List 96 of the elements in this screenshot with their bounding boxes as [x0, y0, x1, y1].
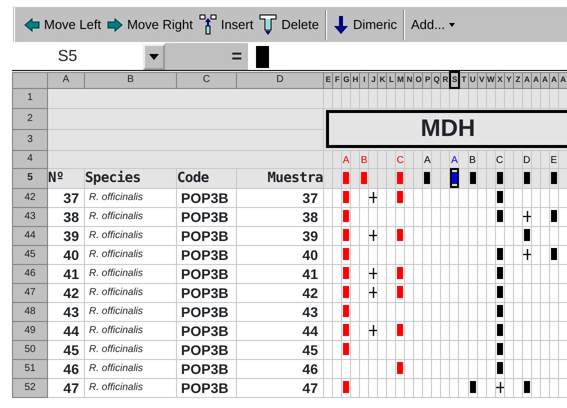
arrow-right-icon — [107, 18, 124, 32]
table-cell: R. officinalis — [84, 207, 176, 226]
table-cell: 45 — [236, 340, 324, 359]
table-cell: R. officinalis — [84, 359, 176, 378]
table-cell: R. officinalis — [84, 226, 176, 245]
allele-label: D — [523, 155, 530, 166]
name-box-dropdown[interactable] — [143, 44, 165, 70]
row-header[interactable]: 50 — [12, 340, 48, 359]
row-header[interactable]: 43 — [12, 207, 48, 226]
allele-label: B — [360, 155, 368, 166]
column-title: Code — [176, 168, 236, 188]
table-cell: POP3B — [176, 226, 236, 245]
table-cell: R. officinalis — [84, 283, 176, 302]
table-cell: 43 — [48, 302, 84, 321]
table-cell: R. officinalis — [84, 302, 176, 321]
delete-column-icon — [259, 14, 278, 36]
row-header[interactable]: 46 — [12, 264, 48, 283]
cell-reference: S5 — [56, 46, 78, 66]
column-title: Muestra — [236, 168, 324, 188]
row-header[interactable]: 48 — [12, 302, 48, 321]
table-cell: POP3B — [176, 378, 236, 397]
toolbar-button[interactable]: Insert — [196, 12, 256, 38]
row-header[interactable]: 2 — [12, 108, 48, 129]
arrow-down-icon — [332, 16, 349, 34]
table-cell: R. officinalis — [84, 245, 176, 264]
table-cell: POP3B — [176, 340, 236, 359]
row-header[interactable]: 1 — [12, 88, 48, 108]
allele-label: A — [342, 155, 350, 166]
row-header[interactable]: 44 — [12, 226, 48, 245]
caret-icon — [149, 54, 159, 60]
column-header[interactable]: A — [48, 72, 84, 88]
add-menu-button[interactable]: Add... — [408, 12, 458, 36]
table-cell: 47 — [48, 378, 84, 397]
row-header[interactable]: 45 — [12, 245, 48, 264]
column-header[interactable]: C — [176, 72, 236, 88]
column-title: Species — [84, 168, 176, 188]
title-text: MDH — [420, 117, 476, 141]
table-cell: POP3B — [176, 264, 236, 283]
column-header[interactable]: B — [84, 72, 176, 88]
table-cell: POP3B — [176, 321, 236, 340]
table-cell: 41 — [236, 264, 324, 283]
toolbar-button[interactable]: Delete — [256, 12, 322, 38]
row-header[interactable]: 3 — [12, 129, 48, 150]
table-cell: 40 — [48, 245, 84, 264]
table-cell: 44 — [48, 321, 84, 340]
arrow-left-icon — [24, 18, 40, 32]
table-cell: POP3B — [176, 302, 236, 321]
table-cell: 39 — [236, 226, 324, 245]
column-header[interactable]: S — [450, 72, 459, 88]
table-cell: 42 — [48, 283, 84, 302]
table-cell: 38 — [48, 207, 84, 226]
row-header[interactable]: 4 — [12, 150, 48, 168]
toolbar-button[interactable]: Move Left — [21, 12, 104, 36]
table-cell: 37 — [236, 188, 324, 207]
insert-column-icon — [198, 14, 217, 36]
row-header[interactable]: 42 — [12, 188, 48, 207]
table-cell: 41 — [48, 264, 84, 283]
row-header[interactable]: 49 — [12, 321, 48, 340]
allele-label: A — [424, 155, 431, 166]
table-cell: 45 — [48, 340, 84, 359]
table-cell: 43 — [236, 302, 324, 321]
row-header[interactable]: 47 — [12, 283, 48, 302]
row-header[interactable]: 51 — [12, 359, 48, 378]
allele-label: C — [396, 155, 404, 166]
block-icon — [256, 46, 269, 68]
table-cell: 40 — [236, 245, 324, 264]
allele-label: C — [496, 155, 504, 166]
equals-sign: = — [231, 45, 242, 68]
table-cell: 47 — [236, 378, 324, 397]
caret-icon — [448, 22, 455, 26]
table-cell: POP3B — [176, 207, 236, 226]
table-cell: R. officinalis — [84, 378, 176, 397]
table-cell: R. officinalis — [84, 321, 176, 340]
allele-label: E — [550, 155, 558, 166]
toolbar-button[interactable]: Move Right — [104, 12, 196, 36]
allele-label: A — [451, 155, 458, 166]
table-cell: POP3B — [176, 283, 236, 302]
table-cell: 44 — [236, 321, 324, 340]
allele-label: B — [469, 155, 476, 166]
table-cell: 38 — [236, 207, 324, 226]
table-cell: R. officinalis — [84, 340, 176, 359]
column-header[interactable]: D — [236, 72, 324, 88]
table-cell: 42 — [236, 283, 324, 302]
table-cell: POP3B — [176, 188, 236, 207]
table-cell: POP3B — [176, 245, 236, 264]
row-header[interactable]: 5 — [12, 168, 48, 188]
table-cell: 46 — [48, 359, 84, 378]
column-title: Nº — [48, 168, 84, 188]
table-cell: R. officinalis — [84, 264, 176, 283]
table-cell: 46 — [236, 359, 324, 378]
table-cell: 39 — [48, 226, 84, 245]
table-cell: R. officinalis — [84, 188, 176, 207]
table-cell: 37 — [48, 188, 84, 207]
toolbar-button[interactable]: Dimeric — [330, 12, 400, 36]
table-cell: POP3B — [176, 359, 236, 378]
row-header[interactable]: 52 — [12, 378, 48, 397]
